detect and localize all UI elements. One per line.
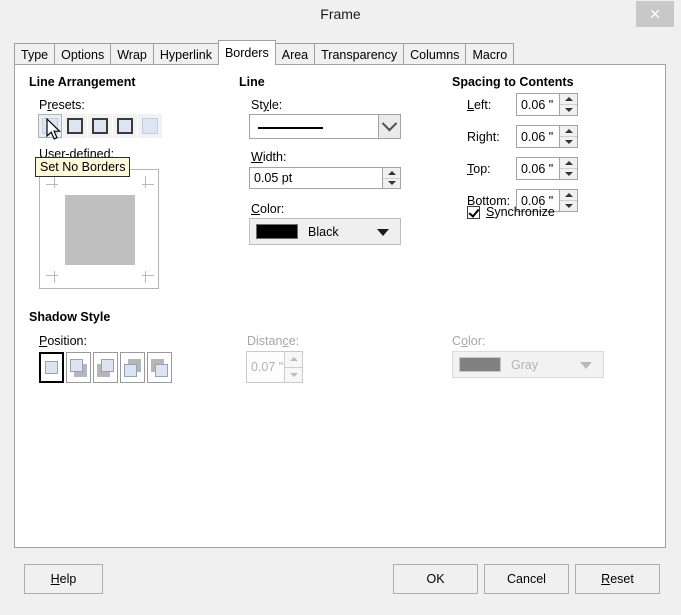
spacing-right-value: 0.06 " xyxy=(521,129,554,144)
presets-row xyxy=(38,114,163,138)
help-button-label: Help xyxy=(50,572,77,586)
synchronize-label: Synchronize xyxy=(486,205,555,219)
user-defined-border-editor[interactable] xyxy=(39,169,159,289)
reset-button-label: Reset xyxy=(601,572,634,586)
spacing-left-stepper[interactable] xyxy=(559,94,577,115)
spacing-left-value: 0.06 " xyxy=(521,97,554,112)
style-label: Style: xyxy=(251,98,283,112)
preset-box-outer-border-only[interactable] xyxy=(63,114,87,138)
window-title: Frame xyxy=(320,6,361,22)
cancel-button[interactable]: Cancel xyxy=(484,564,569,594)
tab-transparency[interactable]: Transparency xyxy=(314,43,405,65)
spacing-top-field[interactable]: 0.06 " xyxy=(516,157,578,180)
line-color-swatch xyxy=(256,224,298,239)
help-button[interactable]: Help xyxy=(24,564,103,594)
shadow-position-bottom-right[interactable] xyxy=(66,352,91,383)
shadow-color-label: Color: xyxy=(452,334,486,348)
title-bar: Frame ✕ xyxy=(0,0,681,29)
tab-hyperlink[interactable]: Hyperlink xyxy=(152,43,219,65)
shadow-position-row xyxy=(39,352,174,383)
shadow-position-no-shadow[interactable] xyxy=(39,352,64,383)
spacing-left-field[interactable]: 0.06 " xyxy=(516,93,578,116)
tab-type[interactable]: Type xyxy=(14,43,56,65)
tab-options[interactable]: Options xyxy=(54,43,112,65)
spacing-group-title: Spacing to Contents xyxy=(452,75,574,89)
line-color-label: Color: xyxy=(251,202,285,216)
caret-down-icon xyxy=(377,228,389,236)
shadow-position-top-left[interactable] xyxy=(147,352,172,383)
line-arrangement-title: Line Arrangement xyxy=(29,75,136,89)
checkmark-icon xyxy=(467,205,480,219)
reset-button[interactable]: Reset xyxy=(575,564,660,594)
tab-wrap[interactable]: Wrap xyxy=(110,43,154,65)
shadow-position-label: Position: xyxy=(39,334,87,348)
preset-box-outer-border-all-inner-lines[interactable] xyxy=(113,114,137,138)
shadow-color-swatch xyxy=(459,357,501,372)
preset-set-no-borders[interactable] xyxy=(38,114,62,138)
line-group-title: Line xyxy=(239,75,265,89)
user-defined-preview-fill xyxy=(65,195,135,265)
shadow-color-dropdown: Gray xyxy=(452,351,604,378)
chevron-down-icon[interactable] xyxy=(378,115,400,138)
line-width-field[interactable]: 0.05 pt xyxy=(249,167,401,189)
presets-label: Presets: xyxy=(39,98,85,112)
spacing-right-stepper[interactable] xyxy=(559,126,577,147)
shadow-position-top-right[interactable] xyxy=(93,352,118,383)
borders-panel: Line Arrangement Presets: User-defined: … xyxy=(14,64,666,548)
tab-borders[interactable]: Borders xyxy=(217,40,276,65)
width-label: Width: xyxy=(251,150,287,164)
line-style-combobox[interactable] xyxy=(249,114,401,139)
spacing-top-label: Top: xyxy=(467,162,491,176)
close-icon[interactable]: ✕ xyxy=(636,1,674,27)
shadow-distance-field: 0.07 " xyxy=(246,351,303,383)
tab-strip: Type Options Wrap Hyperlink Borders Area… xyxy=(14,40,515,65)
ok-button[interactable]: OK xyxy=(393,564,478,594)
spacing-top-value: 0.06 " xyxy=(521,161,554,176)
line-style-preview xyxy=(258,126,323,129)
line-color-value: Black xyxy=(308,224,339,239)
tab-columns[interactable]: Columns xyxy=(403,43,467,65)
spacing-right-field[interactable]: 0.06 " xyxy=(516,125,578,148)
tooltip: Set No Borders xyxy=(35,157,131,177)
line-width-stepper[interactable] xyxy=(382,168,400,188)
shadow-distance-label: Distance: xyxy=(247,334,300,348)
shadow-color-value: Gray xyxy=(511,357,539,372)
shadow-distance-value: 0.07 " xyxy=(251,360,284,374)
line-color-dropdown[interactable]: Black xyxy=(249,218,401,245)
shadow-position-bottom-left[interactable] xyxy=(120,352,145,383)
tab-area[interactable]: Area xyxy=(274,43,316,65)
spacing-bottom-stepper[interactable] xyxy=(559,190,577,211)
synchronize-checkbox[interactable]: Synchronize xyxy=(467,205,555,219)
line-width-value: 0.05 pt xyxy=(254,171,293,185)
preset-box-outer-border-unchanged-inner-lines[interactable] xyxy=(138,114,162,138)
preset-box-outer-border-horizontal-lines[interactable] xyxy=(88,114,112,138)
tab-macro[interactable]: Macro xyxy=(465,43,515,65)
spacing-top-stepper[interactable] xyxy=(559,158,577,179)
shadow-distance-stepper xyxy=(284,352,302,382)
spacing-left-label: Left: xyxy=(467,98,492,112)
shadow-group-title: Shadow Style xyxy=(29,310,111,324)
spacing-right-label: Right: xyxy=(467,130,500,144)
caret-down-icon xyxy=(580,361,592,369)
